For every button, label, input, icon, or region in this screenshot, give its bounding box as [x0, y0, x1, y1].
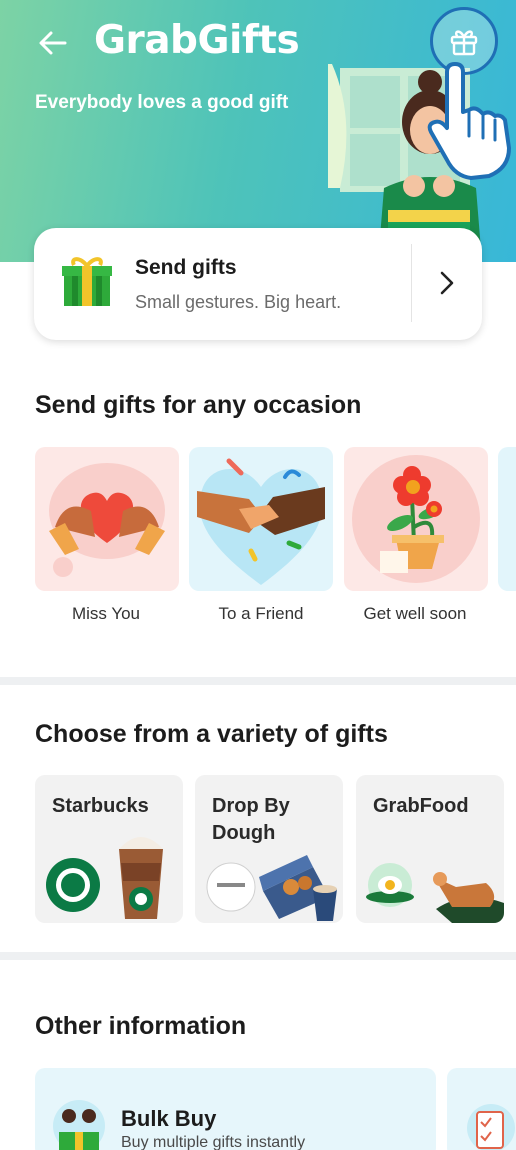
occasion-card-to-a-friend[interactable] — [189, 447, 333, 591]
checklist-icon — [467, 1104, 515, 1150]
header-banner: GrabGifts Everybody loves a good gift — [0, 0, 516, 262]
bulk-buy-card[interactable]: Bulk Buy Buy multiple gifts instantly — [35, 1068, 436, 1150]
logo-gifts: Gifts — [197, 18, 300, 63]
occasion-card-get-well-soon[interactable] — [344, 447, 488, 591]
header-tagline: Everybody loves a good gift — [35, 92, 289, 113]
send-gifts-card[interactable]: Send gifts Small gestures. Big heart. — [34, 228, 482, 340]
grabgifts-logo: GrabGifts — [94, 18, 300, 63]
brand-card-starbucks[interactable]: Starbucks — [35, 775, 183, 923]
section-divider-2 — [0, 952, 516, 960]
other-info-section-title: Other information — [35, 1012, 247, 1040]
miss-you-illustration — [49, 463, 165, 577]
brand-name-starbucks: Starbucks — [52, 795, 149, 817]
send-gifts-subtitle: Small gestures. Big heart. — [135, 292, 342, 312]
bulk-buy-subtitle: Buy multiple gifts instantly — [121, 1134, 306, 1150]
brand-name-grabfood: GrabFood — [373, 795, 469, 817]
occasion-label-to-a-friend: To a Friend — [218, 604, 304, 623]
info-card-partial[interactable] — [447, 1068, 516, 1150]
gifts-section-title: Choose from a variety of gifts — [35, 720, 388, 748]
bulk-buy-title: Bulk Buy — [121, 1106, 217, 1131]
chevron-right-icon[interactable] — [434, 268, 460, 298]
card-divider — [411, 244, 412, 322]
grabfood-illustration — [366, 863, 504, 923]
bulk-buy-icon — [53, 1100, 105, 1150]
occasion-card-miss-you[interactable] — [35, 447, 179, 591]
drop-by-dough-illustration — [206, 855, 337, 921]
handshake-illustration — [197, 458, 325, 585]
starbucks-illustration — [46, 837, 163, 919]
occasion-label-miss-you: Miss You — [71, 604, 141, 623]
occasion-label-get-well-soon: Get well soon — [363, 604, 467, 623]
arrow-left-icon[interactable] — [36, 26, 70, 60]
occasions-section-title: Send gifts for any occasion — [35, 391, 362, 419]
flower-pot-illustration — [352, 455, 480, 583]
section-divider — [0, 677, 516, 685]
tap-hand-icon — [427, 62, 511, 180]
logo-grab: Grab — [94, 18, 198, 63]
send-gifts-title: Send gifts — [135, 256, 237, 279]
brand-card-drop-by-dough[interactable]: Drop By Dough — [195, 775, 343, 923]
gift-box-icon — [62, 257, 112, 306]
brand-card-grabfood[interactable]: GrabFood — [356, 775, 504, 923]
occasion-card-partial[interactable] — [498, 447, 516, 591]
gift-icon — [450, 30, 478, 56]
